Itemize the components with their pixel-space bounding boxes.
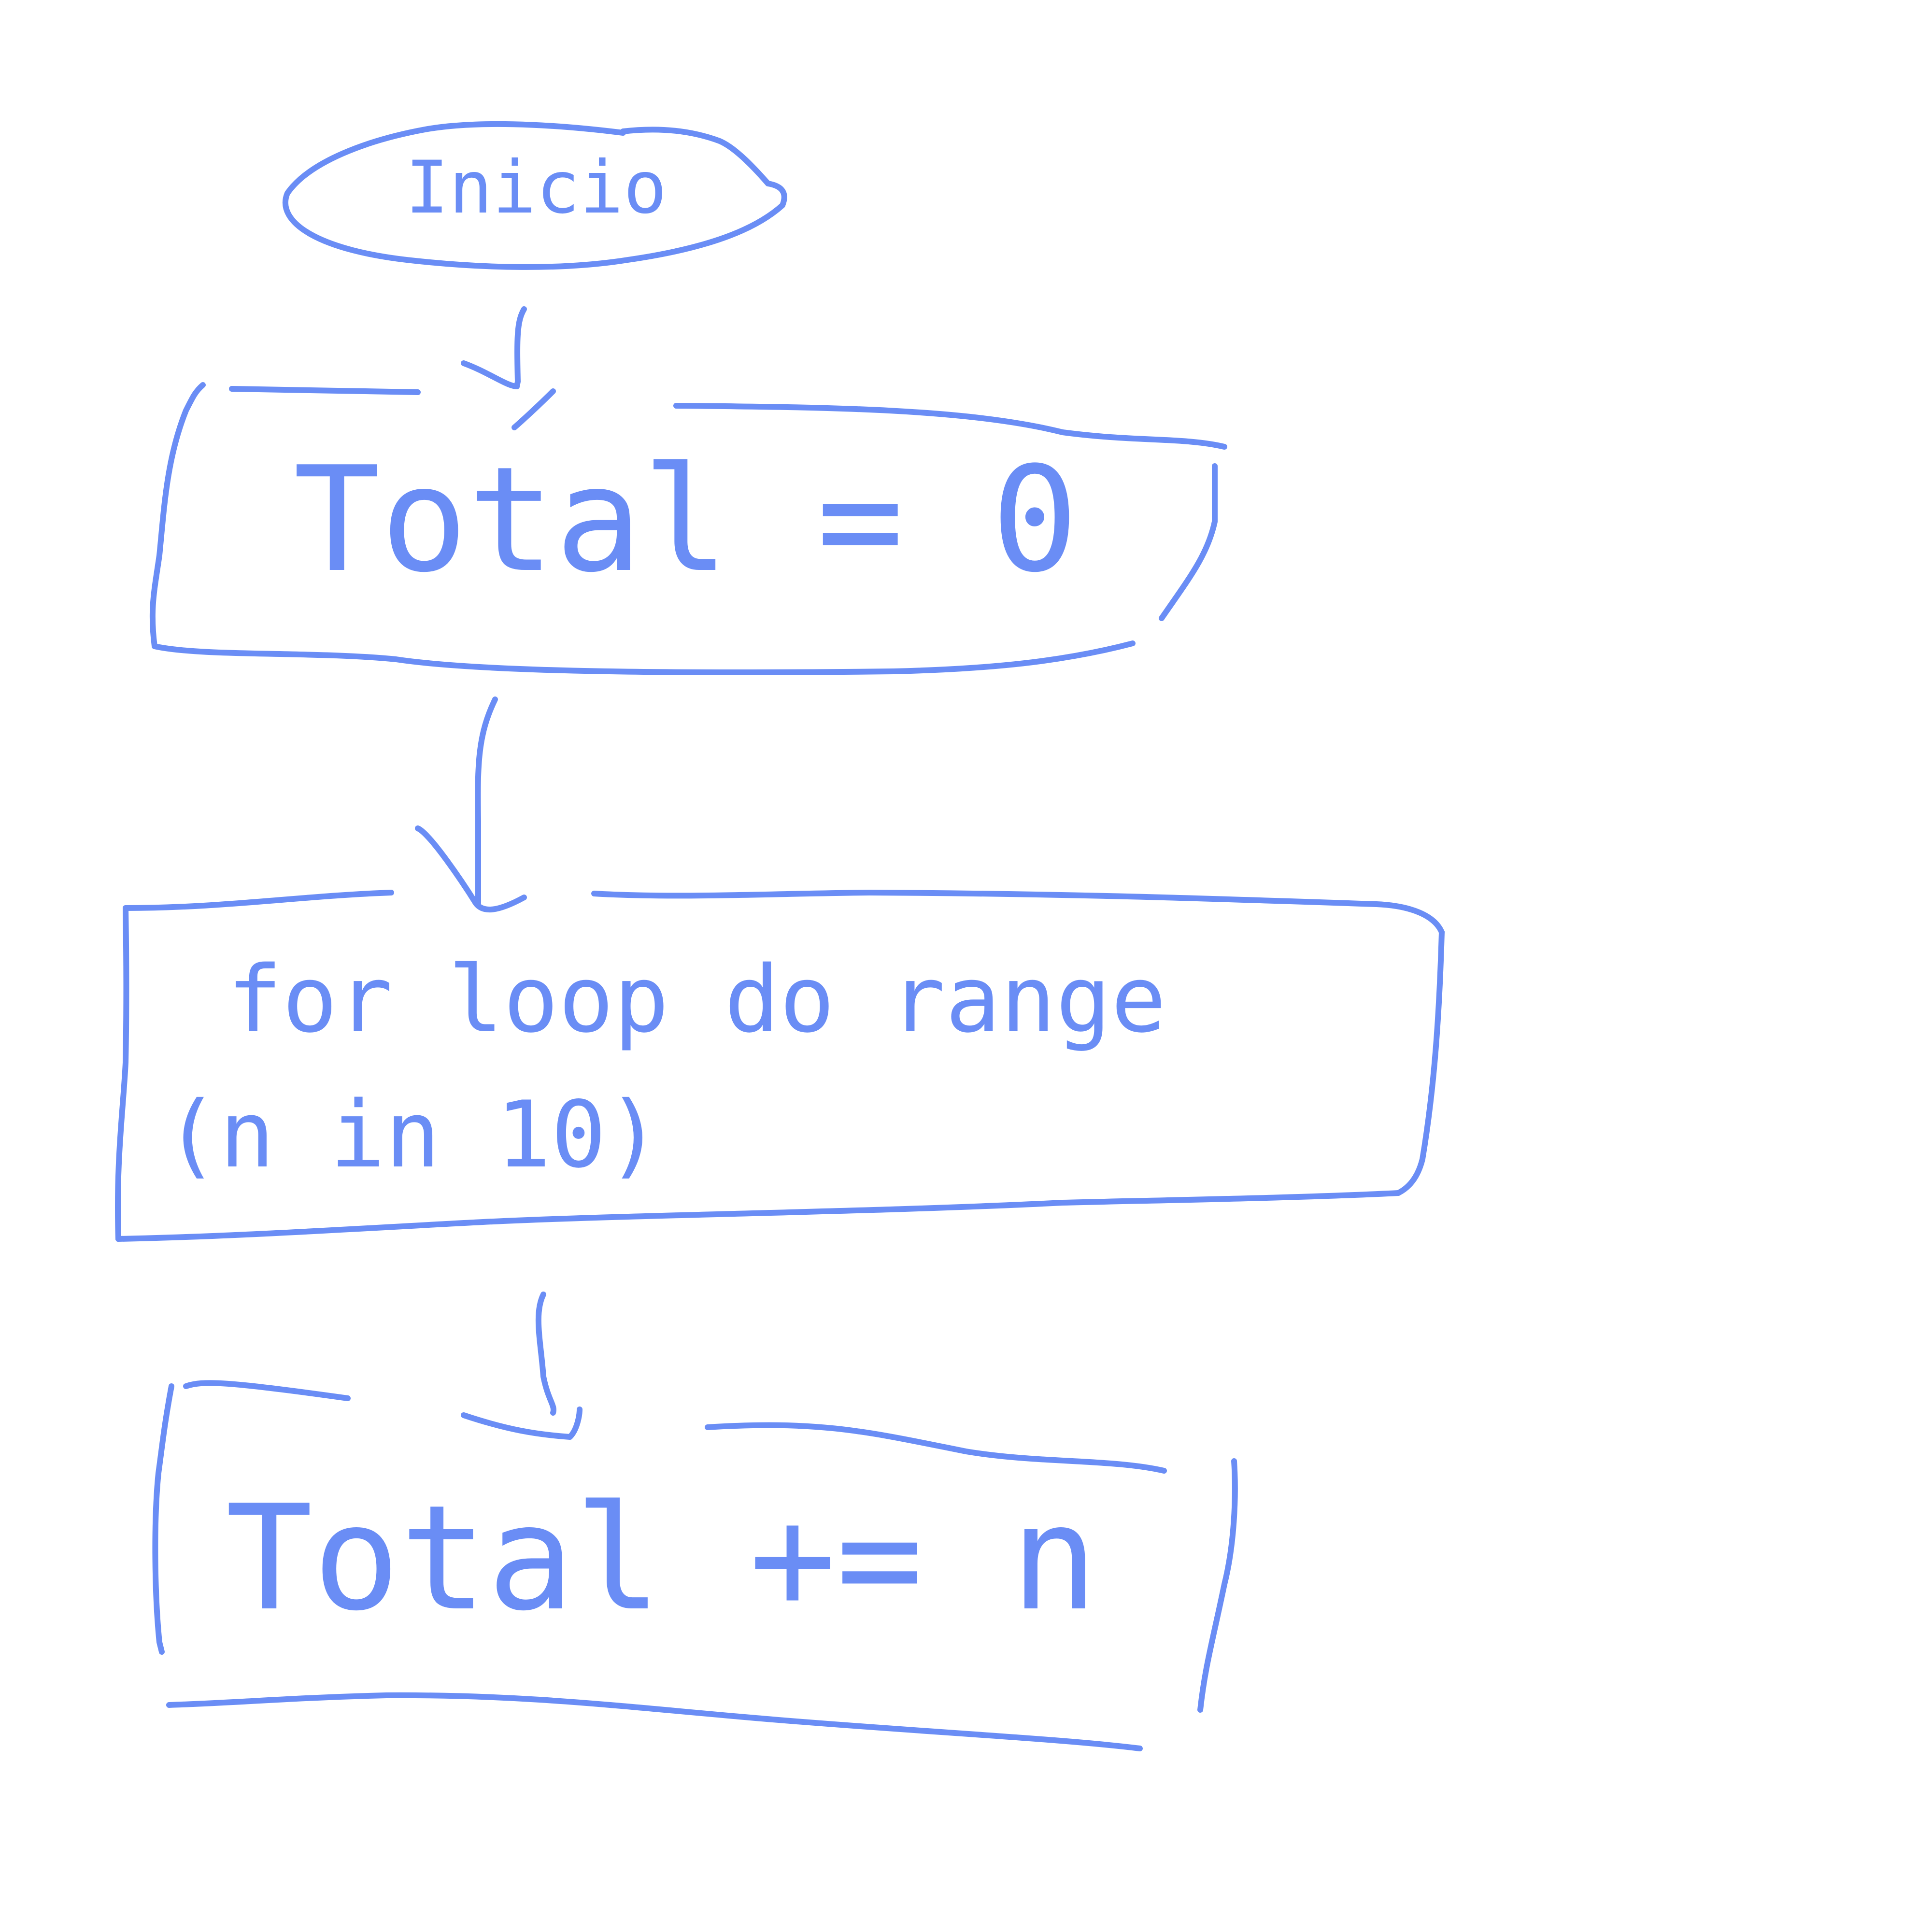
- accumulate-box-left: [152, 1383, 174, 1655]
- accumulate-box-right: [1197, 1458, 1238, 1713]
- init-box-bottom: [152, 640, 1136, 675]
- init-box-left: [149, 382, 206, 649]
- init-box-right: [1159, 463, 1218, 621]
- start-label: Inicio: [405, 146, 667, 230]
- loop-label-line2: (n in 10): [164, 1081, 662, 1188]
- flowchart-canvas: Inicio Total = 0 for loop do range (n in…: [114, 121, 1445, 1751]
- arrow-init-to-loop-head: [415, 825, 527, 913]
- arrow-init-to-loop: [475, 696, 498, 906]
- arrow-loop-to-accumulate-head: [461, 1406, 582, 1440]
- loop-box-left: [114, 905, 129, 1242]
- loop-box-top-left: [123, 890, 394, 911]
- arrow-loop-to-accumulate: [535, 1292, 556, 1416]
- arrow-start-to-init: [514, 306, 527, 389]
- init-box-top-left: [229, 386, 421, 395]
- loop-label-line1: for loop do range: [227, 946, 1166, 1053]
- loop-box-top-right: [591, 890, 1445, 935]
- accumulate-box-top-left: [183, 1380, 351, 1401]
- loop-box-bottom: [115, 1190, 1401, 1242]
- accumulate-label: Total += n: [226, 1474, 1098, 1643]
- arrow-start-to-init-head: [461, 360, 556, 430]
- init-label: Total = 0: [293, 436, 1079, 604]
- accumulate-box-top-right: [705, 1422, 1167, 1474]
- loop-box-right: [1395, 929, 1445, 1196]
- accumulate-box-bottom: [166, 1692, 1143, 1751]
